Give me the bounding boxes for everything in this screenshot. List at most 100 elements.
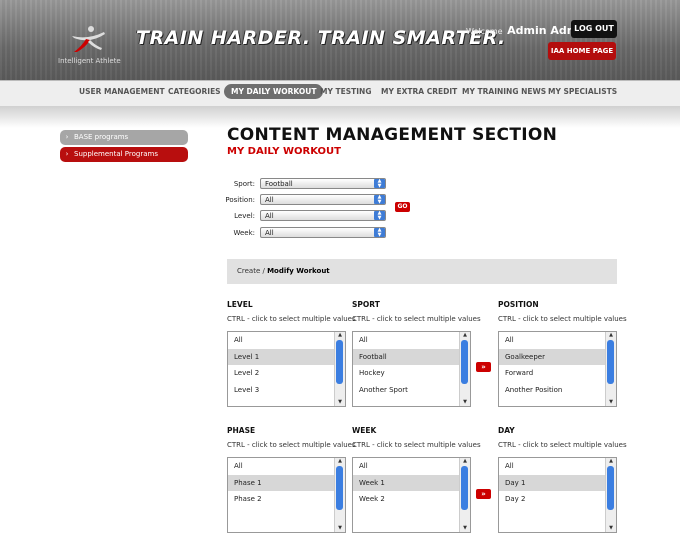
scroll-thumb[interactable] xyxy=(461,340,468,384)
level-hint: CTRL - click to select multiple values xyxy=(227,315,356,323)
level-select-value: All xyxy=(265,212,274,220)
scroll-down-icon[interactable]: ▼ xyxy=(606,525,616,532)
scroll-up-icon[interactable]: ▲ xyxy=(335,332,345,339)
move-right-button[interactable]: » xyxy=(476,362,491,372)
sidebar-item-supplemental-programs[interactable]: › Supplemental Programs xyxy=(60,147,188,162)
sport-select-value: Football xyxy=(265,180,293,188)
list-item[interactable]: Day 1 xyxy=(499,474,616,491)
nav-my-daily-workout[interactable]: MY DAILY WORKOUT xyxy=(224,84,324,99)
scroll-thumb[interactable] xyxy=(336,340,343,384)
scroll-down-icon[interactable]: ▼ xyxy=(460,399,470,406)
scrollbar[interactable]: ▲ ▼ xyxy=(459,332,470,406)
iaa-home-button[interactable]: IAA HOME PAGE xyxy=(548,42,616,60)
list-item[interactable]: Level 2 xyxy=(228,365,345,382)
sport-hint: CTRL - click to select multiple values xyxy=(352,315,481,323)
sidebar-item-base-programs[interactable]: › BASE programs xyxy=(60,130,188,145)
athlete-logo-icon xyxy=(72,26,105,52)
level-listbox[interactable]: All Level 1 Level 2 Level 3 ▲ ▼ xyxy=(227,331,346,407)
week-select[interactable]: All ▲ ▼ xyxy=(260,227,386,238)
tagline: TRAIN HARDER. TRAIN SMARTER. xyxy=(136,27,506,49)
day-hint: CTRL - click to select multiple values xyxy=(498,441,627,449)
scroll-down-icon[interactable]: ▼ xyxy=(335,525,345,532)
site-header: Intelligent Athlete TRAIN HARDER. TRAIN … xyxy=(0,0,680,80)
bullet-icon: › xyxy=(65,150,69,158)
bullet-icon: › xyxy=(65,133,69,141)
scroll-up-icon[interactable]: ▲ xyxy=(460,458,470,465)
day-listbox[interactable]: All Day 1 Day 2 ▲ ▼ xyxy=(498,457,617,533)
list-item[interactable]: Another Position xyxy=(499,382,616,399)
create-modify-bar: Create / Modify Workout xyxy=(227,259,617,284)
logo-text: Intelligent Athlete xyxy=(58,57,121,65)
scrollbar[interactable]: ▲ ▼ xyxy=(605,458,616,532)
sport-select[interactable]: Football ▲ ▼ xyxy=(260,178,386,189)
sport-listbox[interactable]: All Football Hockey Another Sport ▲ ▼ xyxy=(352,331,471,407)
phase-listbox[interactable]: All Phase 1 Phase 2 ▲ ▼ xyxy=(227,457,346,533)
list-item[interactable]: Goalkeeper xyxy=(499,348,616,365)
go-button[interactable]: GO xyxy=(395,202,410,212)
position-label: Position: xyxy=(225,196,255,204)
page-subtitle: MY DAILY WORKOUT xyxy=(227,146,341,157)
list-item[interactable]: Phase 1 xyxy=(228,474,345,491)
list-item[interactable]: Week 2 xyxy=(353,491,470,508)
day-title: DAY xyxy=(498,426,515,435)
welcome-label: Welcome xyxy=(466,27,503,36)
list-item[interactable]: Phase 2 xyxy=(228,491,345,508)
scrollbar[interactable]: ▲ ▼ xyxy=(459,458,470,532)
scroll-thumb[interactable] xyxy=(336,466,343,510)
phase-hint: CTRL - click to select multiple values xyxy=(227,441,356,449)
list-item[interactable]: Day 2 xyxy=(499,491,616,508)
level-select[interactable]: All ▲ ▼ xyxy=(260,210,386,221)
list-item[interactable]: All xyxy=(499,458,616,475)
nav-my-specialists[interactable]: MY SPECIALISTS xyxy=(548,87,617,96)
scrollbar[interactable]: ▲ ▼ xyxy=(334,458,345,532)
nav-categories[interactable]: CATEGORIES xyxy=(168,87,221,96)
select-arrows-icon: ▲ ▼ xyxy=(374,195,385,204)
position-listbox[interactable]: All Goalkeeper Forward Another Position … xyxy=(498,331,617,407)
list-item[interactable]: All xyxy=(353,458,470,475)
sidebar-item-label: BASE programs xyxy=(74,133,129,141)
scroll-up-icon[interactable]: ▲ xyxy=(460,332,470,339)
sport-title: SPORT xyxy=(352,300,380,309)
list-item[interactable]: Forward xyxy=(499,365,616,382)
nav-my-training-news[interactable]: MY TRAINING NEWS xyxy=(462,87,546,96)
position-select[interactable]: All ▲ ▼ xyxy=(260,194,386,205)
week-listbox[interactable]: All Week 1 Week 2 ▲ ▼ xyxy=(352,457,471,533)
list-item[interactable]: Another Sport xyxy=(353,382,470,399)
move-right-button[interactable]: » xyxy=(476,489,491,499)
logout-button[interactable]: LOG OUT xyxy=(571,20,617,38)
list-item[interactable]: All xyxy=(228,332,345,349)
list-item[interactable]: All xyxy=(499,332,616,349)
phase-title: PHASE xyxy=(227,426,256,435)
main-nav: USER MANAGEMENT CATEGORIES MY DAILY WORK… xyxy=(0,80,680,107)
list-item[interactable]: Hockey xyxy=(353,365,470,382)
list-item[interactable]: Football xyxy=(353,348,470,365)
create-label: Create / xyxy=(237,267,265,275)
select-arrows-icon: ▲ ▼ xyxy=(374,211,385,220)
scroll-down-icon[interactable]: ▼ xyxy=(460,525,470,532)
position-select-value: All xyxy=(265,196,274,204)
sport-label: Sport: xyxy=(233,180,255,188)
list-item[interactable]: Level 3 xyxy=(228,382,345,399)
nav-user-management[interactable]: USER MANAGEMENT xyxy=(79,87,165,96)
scrollbar[interactable]: ▲ ▼ xyxy=(334,332,345,406)
list-item[interactable]: All xyxy=(228,458,345,475)
modify-workout-label: Modify Workout xyxy=(267,267,330,275)
nav-my-testing[interactable]: MY TESTING xyxy=(320,87,372,96)
list-item[interactable]: Level 1 xyxy=(228,348,345,365)
scrollbar[interactable]: ▲ ▼ xyxy=(605,332,616,406)
week-select-value: All xyxy=(265,229,274,237)
scroll-down-icon[interactable]: ▼ xyxy=(335,399,345,406)
scroll-down-icon[interactable]: ▼ xyxy=(606,399,616,406)
list-item[interactable]: Week 1 xyxy=(353,474,470,491)
scroll-up-icon[interactable]: ▲ xyxy=(606,458,616,465)
scroll-up-icon[interactable]: ▲ xyxy=(606,332,616,339)
scroll-thumb[interactable] xyxy=(607,340,614,384)
level-title: LEVEL xyxy=(227,300,253,309)
scroll-thumb[interactable] xyxy=(607,466,614,510)
scroll-up-icon[interactable]: ▲ xyxy=(335,458,345,465)
nav-my-extra-credit[interactable]: MY EXTRA CREDIT xyxy=(381,87,457,96)
list-item[interactable]: All xyxy=(353,332,470,349)
scroll-thumb[interactable] xyxy=(461,466,468,510)
position-hint: CTRL - click to select multiple values xyxy=(498,315,627,323)
select-arrows-icon: ▲ ▼ xyxy=(374,179,385,188)
